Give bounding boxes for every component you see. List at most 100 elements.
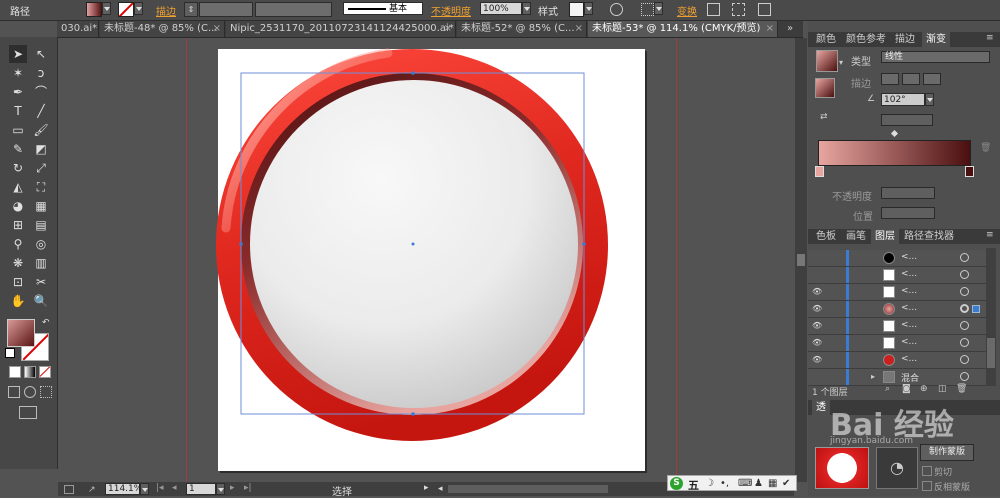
opacity-label[interactable]: 不透明度 xyxy=(431,3,471,18)
angle-dropdown[interactable] xyxy=(925,93,934,106)
stroke-label[interactable]: 描边 xyxy=(156,3,176,18)
layer-target-icon[interactable] xyxy=(960,372,969,381)
align-dropdown[interactable] xyxy=(654,2,663,15)
line-tool-icon[interactable]: ╱ xyxy=(32,102,50,120)
make-clip-mask-icon[interactable]: ◙ xyxy=(902,384,911,394)
status-menu-arrow[interactable]: ▸ xyxy=(424,483,429,493)
angle-field[interactable]: 102° xyxy=(881,93,925,106)
panel-options-icon[interactable]: ≡ xyxy=(986,33,994,43)
tab-1[interactable]: 未标题-48* @ 85% (C... × xyxy=(100,21,225,37)
eye-icon[interactable]: 👁 xyxy=(812,321,822,330)
eye-icon[interactable]: 👁 xyxy=(812,355,822,364)
halfwidth-icon[interactable]: ☽ xyxy=(705,478,714,489)
layer-row[interactable]: <... xyxy=(808,267,986,284)
selected-art-indicator[interactable] xyxy=(972,305,980,313)
layer-row[interactable]: <... xyxy=(808,250,986,267)
shape-builder-tool-icon[interactable]: ◕ xyxy=(9,197,27,215)
none-mode-icon[interactable] xyxy=(39,366,51,378)
clip-checkbox[interactable] xyxy=(922,466,932,476)
artboard-nav-icon[interactable] xyxy=(64,485,74,494)
hand-tool-icon[interactable]: ✋ xyxy=(9,292,27,310)
tabs-overflow-icon[interactable]: » xyxy=(787,23,793,34)
delete-layer-icon[interactable]: 🗑 xyxy=(956,384,967,394)
tab-stroke[interactable]: 描边 xyxy=(891,32,919,47)
layer-row[interactable]: 👁 <... xyxy=(808,352,986,369)
magic-wand-tool-icon[interactable]: ✶ xyxy=(9,64,27,82)
layer-target-icon[interactable] xyxy=(960,338,969,347)
bounding-box-icon[interactable] xyxy=(732,3,745,16)
default-colors-icon[interactable] xyxy=(5,348,15,358)
swap-colors-icon[interactable]: ↶ xyxy=(42,318,50,328)
eraser-tool-icon[interactable]: ◩ xyxy=(32,140,50,158)
delete-stop-icon[interactable]: 🗑 xyxy=(980,143,991,153)
tab-4-active[interactable]: 未标题-53* @ 114.1% (CMYK/预览) × xyxy=(588,21,778,37)
free-transform-tool-icon[interactable]: ⛶ xyxy=(32,178,50,196)
gradient-opacity-field[interactable] xyxy=(881,187,935,199)
layer-target-icon[interactable] xyxy=(960,304,969,313)
pencil-tool-icon[interactable]: ✎ xyxy=(9,140,27,158)
ime-mode[interactable]: 五 xyxy=(688,477,699,493)
fill-stroke-swatch[interactable] xyxy=(815,78,835,98)
direct-selection-tool-icon[interactable]: ↖ xyxy=(32,45,50,63)
transparency-thumbnail[interactable] xyxy=(815,447,869,489)
panel-menu-icon[interactable] xyxy=(758,3,771,16)
scale-tool-icon[interactable]: ⤢ xyxy=(32,159,50,177)
layer-row-selected[interactable]: 👁 <... xyxy=(808,301,986,318)
aspect-ratio-field[interactable] xyxy=(881,114,933,126)
recolor-icon[interactable] xyxy=(610,3,623,16)
layer-target-icon[interactable] xyxy=(960,355,969,364)
eye-icon[interactable]: 👁 xyxy=(812,304,822,313)
anchor-right[interactable] xyxy=(582,242,586,246)
layer-row[interactable]: 👁 <... xyxy=(808,318,986,335)
tab-pathfinder[interactable]: 路径查找器 xyxy=(900,229,958,244)
new-layer-icon[interactable]: ◫ xyxy=(938,384,947,394)
warp-tool-icon[interactable]: ◭ xyxy=(9,178,27,196)
hscroll-left-arrow[interactable]: ◂ xyxy=(438,484,443,494)
layer-target-icon[interactable] xyxy=(960,321,969,330)
tab-color-guide[interactable]: 颜色参考 xyxy=(842,32,890,47)
doc-info-icon[interactable]: ↗ xyxy=(88,485,96,495)
gradient-slider[interactable] xyxy=(818,140,971,166)
artboard-tool-icon[interactable]: ⊡ xyxy=(9,273,27,291)
zoom-dropdown[interactable] xyxy=(140,483,149,495)
tab-2[interactable]: Nipic_2531170_20110723141124425000.ai* .… xyxy=(226,21,456,37)
graphic-style-dropdown[interactable] xyxy=(584,2,593,15)
selection-tool-icon[interactable]: ➤ xyxy=(9,45,27,63)
layer-row[interactable]: 👁 <... xyxy=(808,335,986,352)
last-artboard-button[interactable]: ▸| xyxy=(244,483,252,493)
isolate-icon[interactable] xyxy=(707,3,720,16)
stroke-swatch[interactable] xyxy=(118,2,134,17)
next-artboard-button[interactable]: ▸ xyxy=(230,483,235,493)
artboard-number-dropdown[interactable] xyxy=(216,483,225,495)
eye-icon[interactable]: 👁 xyxy=(812,287,822,296)
pen-tool-icon[interactable]: ✒ xyxy=(9,83,27,101)
tools-icon[interactable]: ✔ xyxy=(782,478,790,489)
draw-inside-icon[interactable] xyxy=(40,386,52,398)
horizontal-scroll-thumb[interactable] xyxy=(448,485,608,493)
tab-0[interactable]: 030.ai* @ ... xyxy=(57,21,99,37)
tab-transparency[interactable]: 透 xyxy=(812,400,830,415)
vertical-scroll-thumb[interactable] xyxy=(797,254,805,266)
skin-icon[interactable]: ♟ xyxy=(754,478,763,489)
stroke-dropdown[interactable] xyxy=(134,2,143,15)
gradient-mode-icon[interactable] xyxy=(24,366,36,378)
layers-scrollbar[interactable] xyxy=(986,248,996,386)
layer-row[interactable]: 👁 <... xyxy=(808,284,986,301)
tab-3[interactable]: 未标题-52* @ 85% (C... × xyxy=(457,21,587,37)
punctuation-icon[interactable]: •, xyxy=(720,478,729,489)
graphic-style-swatch[interactable] xyxy=(569,2,584,17)
stroke-weight-stepper[interactable]: ⇕ xyxy=(184,2,198,17)
opacity-field[interactable]: 100% xyxy=(480,2,522,15)
reverse-gradient-icon[interactable]: ⇄ xyxy=(820,112,828,122)
variable-width-profile[interactable] xyxy=(255,2,332,17)
tab-swatches[interactable]: 色板 xyxy=(812,229,840,244)
expand-arrow-icon[interactable]: ▸ xyxy=(871,372,875,381)
gradient-preview[interactable] xyxy=(816,50,838,72)
stroke-type-btn-1[interactable] xyxy=(881,73,899,85)
tab-layers[interactable]: 图层 xyxy=(871,229,899,244)
symbol-sprayer-tool-icon[interactable]: ❋ xyxy=(9,254,27,272)
grid-icon[interactable]: ▦ xyxy=(768,478,777,489)
stroke-type-btn-3[interactable] xyxy=(923,73,941,85)
locate-object-icon[interactable]: ⌕ xyxy=(885,384,890,394)
zoom-tool-icon[interactable]: 🔍 xyxy=(32,292,50,310)
